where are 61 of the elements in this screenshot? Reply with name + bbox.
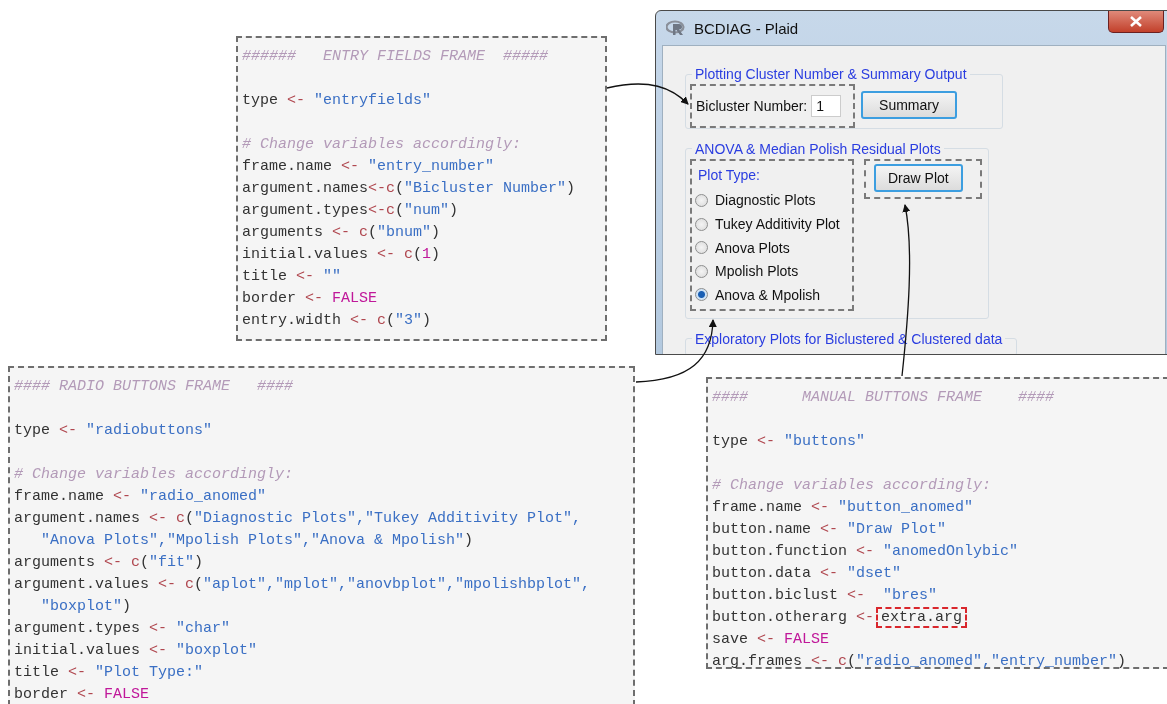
radio-button-icon[interactable] [695, 288, 708, 302]
r-logo-icon [666, 20, 686, 36]
code-line: button.otherarg <- extra.arg [712, 607, 968, 629]
radio-button-icon[interactable] [695, 217, 708, 231]
code-line: arg.frames <- c("radio_anomed","entry_number") [712, 652, 1127, 672]
code-line: button.function <- "anomedOnlybic" [712, 542, 1019, 562]
code-comment: # Change variables accordingly: [14, 465, 294, 485]
code-line: title <- "Plot Type:" [14, 663, 204, 683]
code-comment: ###### ENTRY FIELDS FRAME ##### [242, 47, 549, 67]
code-comment: #### MANUAL BUTTONS FRAME #### [712, 388, 1055, 408]
code-line: argument.values <- c("aplot","mplot","anovbplot","mpolishbplot", [14, 575, 591, 595]
code-line: argument.names<-c("Bicluster Number") [242, 179, 576, 199]
code-comment: # Change variables accordingly: [712, 476, 992, 496]
radio-option[interactable]: Diagnostic Plots [695, 188, 848, 213]
code-line: initial.values <- "boxplot" [14, 641, 258, 661]
code-line: initial.values <- c(1) [242, 245, 441, 265]
window-title: BCDIAG - Plaid [694, 19, 800, 37]
draw-plot-button[interactable]: Draw Plot [874, 163, 963, 192]
code-line: border <- FALSE [242, 289, 378, 309]
radio-option[interactable]: Anova & Mpolish [695, 283, 848, 307]
radio-label: Diagnostic Plots [715, 192, 816, 209]
code-line: arguments <- c("bnum") [242, 223, 441, 243]
code-comment: # Change variables accordingly: [242, 135, 522, 155]
code-line: frame.name <- "radio_anomed" [14, 487, 267, 507]
code-line: entry.width <- c("3") [242, 311, 432, 331]
radio-option[interactable]: Anova Plots [695, 235, 848, 260]
code-line: "Anova Plots","Mpolish Plots","Anova & Mpolish") [40, 531, 474, 551]
radio-label: Anova & Mpolish [715, 286, 821, 303]
field-label: Bicluster Number: [696, 98, 808, 114]
group-title: Plotting Cluster Number & Summary Output [694, 66, 968, 82]
code-line: border <- FALSE [14, 685, 150, 704]
code-line: arguments <- c("fit") [14, 553, 204, 573]
radio-group-title: Plot Type: [698, 166, 761, 183]
code-line: "boxplot") [40, 597, 132, 617]
close-icon [1130, 16, 1142, 27]
code-line: type <- "radiobuttons" [14, 421, 213, 441]
close-button[interactable] [1108, 11, 1164, 33]
code-line: type <- "buttons" [712, 432, 866, 452]
radio-label: Anova Plots [715, 239, 790, 256]
group-title: ANOVA & Median Polish Residual Plots [694, 140, 942, 157]
summary-button[interactable]: Summary [861, 91, 957, 119]
code-line: argument.types <- "char" [14, 619, 231, 639]
code-line: argument.names <- c("Diagnostic Plots","Tukey Additivity Plot", [14, 509, 582, 529]
radio-option[interactable]: Mpolish Plots [695, 259, 848, 283]
code-line: argument.types<-c("num") [242, 201, 459, 221]
radio-button-icon[interactable] [695, 193, 708, 207]
code-line: type <- "entryfields" [242, 91, 432, 111]
radio-button-icon[interactable] [695, 241, 708, 255]
radio-button-icon[interactable] [695, 264, 708, 278]
code-line: save <- FALSE [712, 630, 830, 650]
code-line: frame.name <- "entry_number" [242, 157, 495, 177]
radio-label: Mpolish Plots [715, 263, 799, 280]
code-comment: #### RADIO BUTTONS FRAME #### [14, 377, 294, 397]
number-field[interactable]: 1 [811, 95, 842, 117]
code-line: button.name <- "Draw Plot" [712, 520, 947, 540]
radio-label: Tukey Additivity Plot [715, 216, 840, 232]
code-line: button.biclust <- "bres" [712, 586, 938, 606]
radio-option[interactable]: Tukey Additivity Plot [695, 212, 848, 236]
code-line: title <- "" [242, 267, 342, 287]
code-line: frame.name <- "button_anomed" [712, 498, 974, 518]
code-line: button.data <- "dset" [712, 564, 902, 584]
